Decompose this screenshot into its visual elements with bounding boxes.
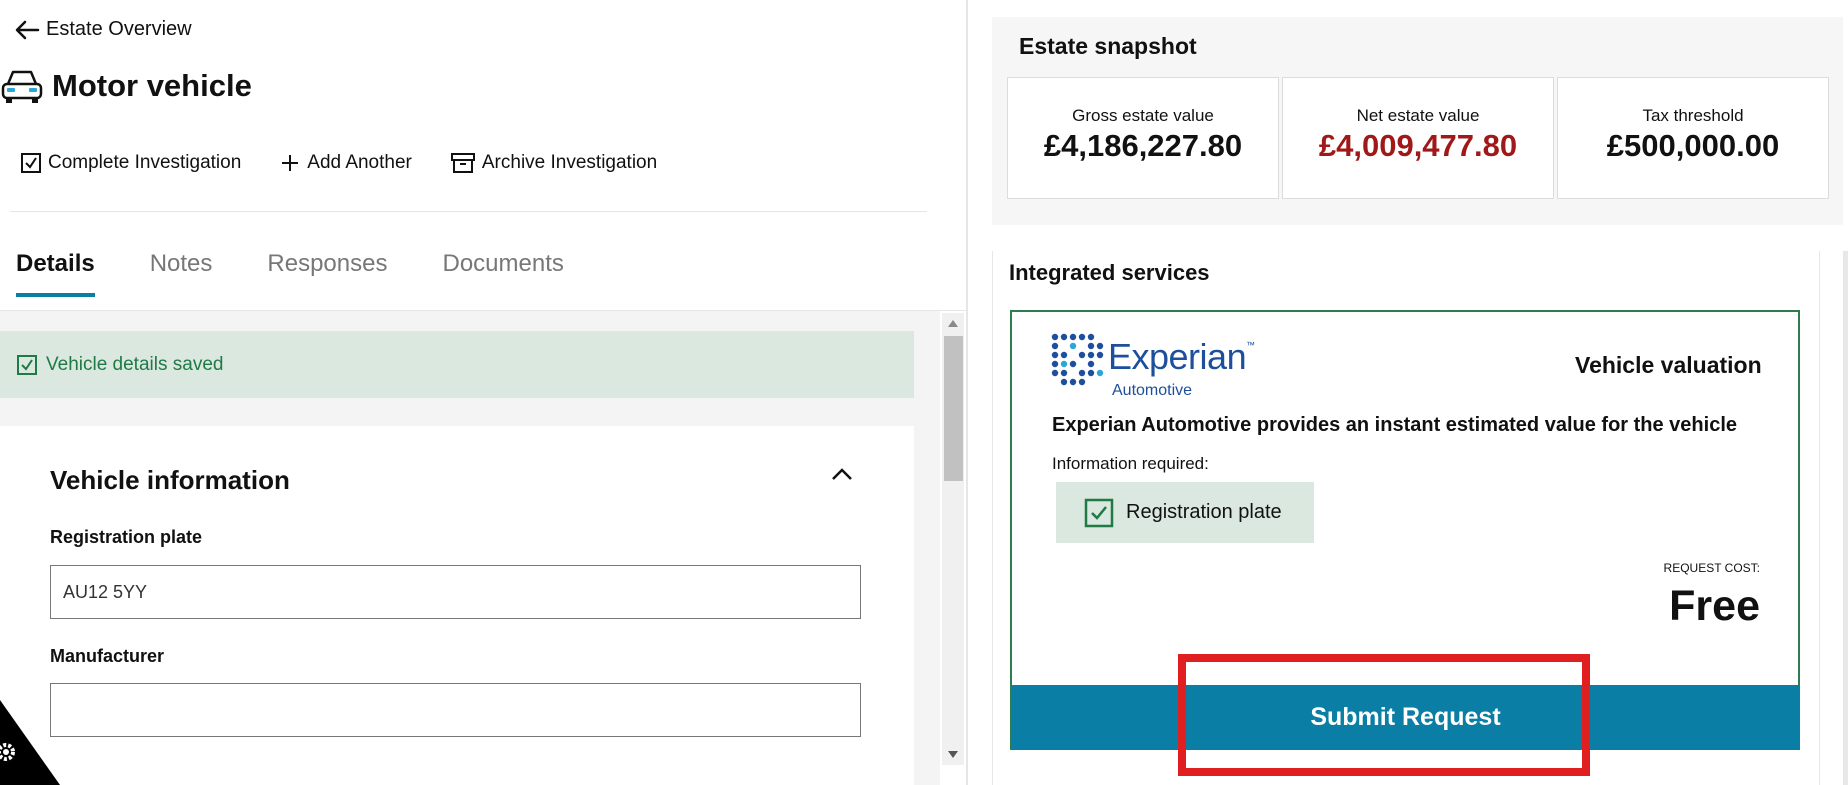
tab-documents[interactable]: Documents bbox=[442, 250, 563, 297]
success-alert: Vehicle details saved bbox=[0, 331, 914, 398]
arrow-left-icon bbox=[15, 20, 40, 39]
net-estate-stat: Net estate value £4,009,477.80 bbox=[1282, 77, 1554, 199]
experian-dots-icon bbox=[1051, 333, 1104, 386]
stat-label: Gross estate value bbox=[1072, 106, 1214, 125]
registration-input[interactable] bbox=[50, 565, 861, 619]
plus-icon bbox=[282, 155, 299, 171]
alert-message: Vehicle details saved bbox=[46, 353, 224, 375]
experian-wordmark: Experian bbox=[1108, 336, 1247, 377]
chevron-up-icon bbox=[832, 468, 852, 480]
experian-logo: Experian ™ Automotive bbox=[1050, 330, 1290, 402]
archive-investigation-label: Archive Investigation bbox=[481, 152, 658, 173]
registration-label: Registration plate bbox=[50, 527, 203, 547]
stat-value: £500,000.00 bbox=[1606, 128, 1780, 163]
right-scrollbar[interactable] bbox=[1843, 251, 1848, 785]
collapse-section-button[interactable] bbox=[830, 466, 854, 487]
complete-investigation-button[interactable]: Complete Investigation bbox=[20, 152, 241, 174]
page-title: Motor vehicle bbox=[52, 68, 252, 103]
checkbox-checked-icon bbox=[21, 153, 41, 173]
archive-investigation-button[interactable]: Archive Investigation bbox=[450, 152, 657, 174]
tab-responses[interactable]: Responses bbox=[267, 250, 387, 297]
scroll-down-arrow-icon[interactable] bbox=[947, 750, 959, 760]
tax-threshold-stat: Tax threshold £500,000.00 bbox=[1557, 77, 1829, 199]
tab-notes[interactable]: Notes bbox=[150, 250, 213, 297]
complete-investigation-label: Complete Investigation bbox=[48, 152, 242, 173]
services-title: Integrated services bbox=[1009, 260, 1210, 285]
request-cost-label: REQUEST COST: bbox=[1663, 561, 1760, 575]
stat-label: Tax threshold bbox=[1642, 106, 1744, 125]
required-item-chip: Registration plate bbox=[1056, 482, 1314, 543]
manufacturer-input[interactable] bbox=[50, 683, 861, 737]
gear-icon bbox=[0, 743, 15, 761]
scrollbar-thumb[interactable] bbox=[944, 336, 963, 481]
service-name: Vehicle valuation bbox=[1575, 352, 1762, 378]
gross-estate-stat: Gross estate value £4,186,227.80 bbox=[1007, 77, 1279, 199]
add-another-label: Add Another bbox=[307, 152, 412, 173]
page-header: Motor vehicle bbox=[0, 66, 252, 106]
toolbar: Complete Investigation Add Another Archi… bbox=[20, 152, 657, 174]
car-icon bbox=[1, 70, 43, 103]
highlight-annotation bbox=[1178, 654, 1590, 776]
back-link[interactable]: Estate Overview bbox=[14, 18, 192, 41]
check-square-icon bbox=[17, 354, 37, 375]
stat-value: £4,009,477.80 bbox=[1318, 128, 1518, 163]
snapshot-title: Estate snapshot bbox=[1019, 33, 1197, 59]
manufacturer-label: Manufacturer bbox=[50, 646, 165, 666]
info-required-label: Information required: bbox=[1052, 454, 1209, 473]
tab-bar: Details Notes Responses Documents bbox=[16, 250, 564, 297]
service-description: Experian Automotive provides an instant … bbox=[1052, 414, 1737, 436]
experian-sub-label: Automotive bbox=[1112, 382, 1193, 399]
check-square-icon bbox=[1084, 498, 1114, 527]
back-link-label: Estate Overview bbox=[46, 18, 192, 40]
archive-icon bbox=[450, 153, 475, 173]
experian-trademark: ™ bbox=[1246, 340, 1255, 350]
stat-label: Net estate value bbox=[1356, 106, 1480, 125]
request-cost-value: Free bbox=[1669, 582, 1760, 630]
add-another-button[interactable]: Add Another bbox=[279, 152, 412, 174]
toolbar-divider bbox=[10, 211, 927, 212]
stat-value: £4,186,227.80 bbox=[1043, 128, 1243, 163]
tab-details[interactable]: Details bbox=[16, 250, 95, 297]
section-title: Vehicle information bbox=[50, 465, 290, 495]
scroll-up-arrow-icon[interactable] bbox=[947, 318, 959, 328]
required-item-label: Registration plate bbox=[1126, 501, 1282, 523]
